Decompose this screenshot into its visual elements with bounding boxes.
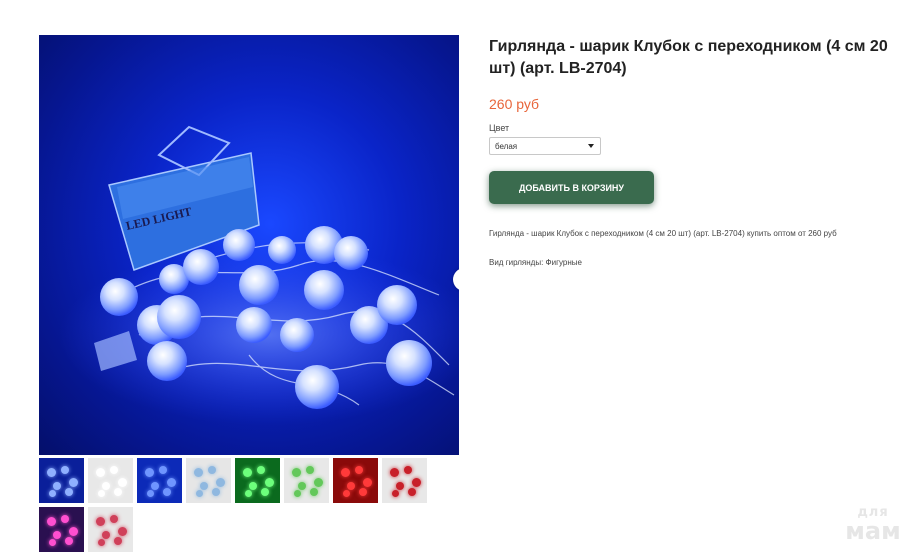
thumbnail-bulb bbox=[392, 490, 399, 497]
thumbnail-bulb bbox=[341, 468, 350, 477]
thumbnail-bulb bbox=[110, 515, 118, 523]
thumbnail-bulb bbox=[306, 466, 314, 474]
thumbnail-bulb bbox=[343, 490, 350, 497]
thumbnail-bulb bbox=[196, 490, 203, 497]
thumbnail-bulb bbox=[167, 478, 176, 487]
product-title: Гирлянда - шарик Клубок с переходником (… bbox=[489, 38, 888, 77]
thumbnail-bulb bbox=[390, 468, 399, 477]
thumbnail-bulb bbox=[47, 517, 56, 526]
thumbnail-bulb bbox=[53, 482, 61, 490]
thumbnail-bulb bbox=[61, 515, 69, 523]
thumbnail-bulb bbox=[159, 466, 167, 474]
thumbnail-bulb bbox=[61, 466, 69, 474]
thumbnail-bulb bbox=[298, 482, 306, 490]
thumbnail-bulb bbox=[49, 539, 56, 546]
thumbnail-multicolor[interactable] bbox=[88, 507, 133, 552]
thumbnail-bulb bbox=[265, 478, 274, 487]
thumbnail-bulb bbox=[208, 466, 216, 474]
color-select[interactable]: белая bbox=[489, 137, 601, 155]
thumbnail-red[interactable] bbox=[382, 458, 427, 503]
thumbnail-bulb bbox=[114, 537, 122, 545]
color-select-value: белая bbox=[495, 141, 518, 151]
thumbnail-white[interactable] bbox=[88, 458, 133, 503]
product-main-image[interactable]: LED LIGHT bbox=[39, 35, 459, 455]
thumbnail-bulb bbox=[114, 488, 122, 496]
watermark-logo: для мам bbox=[845, 505, 901, 545]
thumbnail-bulb bbox=[102, 531, 110, 539]
thumbnail-bulb bbox=[363, 478, 372, 487]
thumbnail-bulb bbox=[412, 478, 421, 487]
thumbnail-gallery bbox=[39, 458, 431, 552]
thumbnail-bulb bbox=[212, 488, 220, 496]
thumbnail-bulb bbox=[49, 490, 56, 497]
thumbnail-bulb bbox=[96, 517, 105, 526]
thumbnail-red-dark[interactable] bbox=[333, 458, 378, 503]
thumbnail-bulb bbox=[292, 468, 301, 477]
thumbnail-bulb bbox=[359, 488, 367, 496]
thumbnail-light-blue[interactable] bbox=[186, 458, 231, 503]
add-to-cart-button[interactable]: ДОБАВИТЬ В КОРЗИНУ bbox=[489, 171, 654, 204]
thumbnail-bulb bbox=[98, 490, 105, 497]
thumbnail-bulb bbox=[257, 466, 265, 474]
thumbnail-bulb bbox=[261, 488, 269, 496]
thumbnail-green[interactable] bbox=[284, 458, 329, 503]
thumbnail-blue-dark[interactable] bbox=[39, 458, 84, 503]
dropdown-arrow-icon bbox=[588, 144, 594, 148]
product-attribute: Вид гирлянды: Фигурные bbox=[489, 258, 582, 267]
thumbnail-bulb bbox=[110, 466, 118, 474]
thumbnail-bulb bbox=[347, 482, 355, 490]
thumbnail-multicolor-dark[interactable] bbox=[39, 507, 84, 552]
thumbnail-bulb bbox=[294, 490, 301, 497]
thumbnail-bulb bbox=[314, 478, 323, 487]
thumbnail-bulb bbox=[102, 482, 110, 490]
thumbnail-bulb bbox=[404, 466, 412, 474]
thumbnail-bulb bbox=[194, 468, 203, 477]
thumbnail-bulb bbox=[396, 482, 404, 490]
thumbnail-bulb bbox=[96, 468, 105, 477]
thumbnail-bulb bbox=[118, 478, 127, 487]
thumbnail-bulb bbox=[163, 488, 171, 496]
thumbnail-bulb bbox=[118, 527, 127, 536]
product-price: 260 руб bbox=[489, 96, 540, 112]
thumbnail-bulb bbox=[65, 537, 73, 545]
thumbnail-bulb bbox=[151, 482, 159, 490]
thumbnail-bulb bbox=[145, 468, 154, 477]
thumbnail-blue[interactable] bbox=[137, 458, 182, 503]
thumbnail-bulb bbox=[249, 482, 257, 490]
thumbnail-bulb bbox=[216, 478, 225, 487]
thumbnail-bulb bbox=[69, 527, 78, 536]
thumbnail-green-dark[interactable] bbox=[235, 458, 280, 503]
thumbnail-bulb bbox=[147, 490, 154, 497]
thumbnail-bulb bbox=[243, 468, 252, 477]
product-description: Гирлянда - шарик Клубок с переходником (… bbox=[489, 229, 837, 238]
garland-photo: LED LIGHT bbox=[59, 125, 459, 425]
thumbnail-bulb bbox=[200, 482, 208, 490]
thumbnail-bulb bbox=[69, 478, 78, 487]
thumbnail-bulb bbox=[310, 488, 318, 496]
thumbnail-bulb bbox=[408, 488, 416, 496]
thumbnail-bulb bbox=[355, 466, 363, 474]
thumbnail-bulb bbox=[98, 539, 105, 546]
thumbnail-bulb bbox=[65, 488, 73, 496]
thumbnail-bulb bbox=[47, 468, 56, 477]
thumbnail-bulb bbox=[245, 490, 252, 497]
thumbnail-bulb bbox=[53, 531, 61, 539]
color-label: Цвет bbox=[489, 123, 510, 133]
